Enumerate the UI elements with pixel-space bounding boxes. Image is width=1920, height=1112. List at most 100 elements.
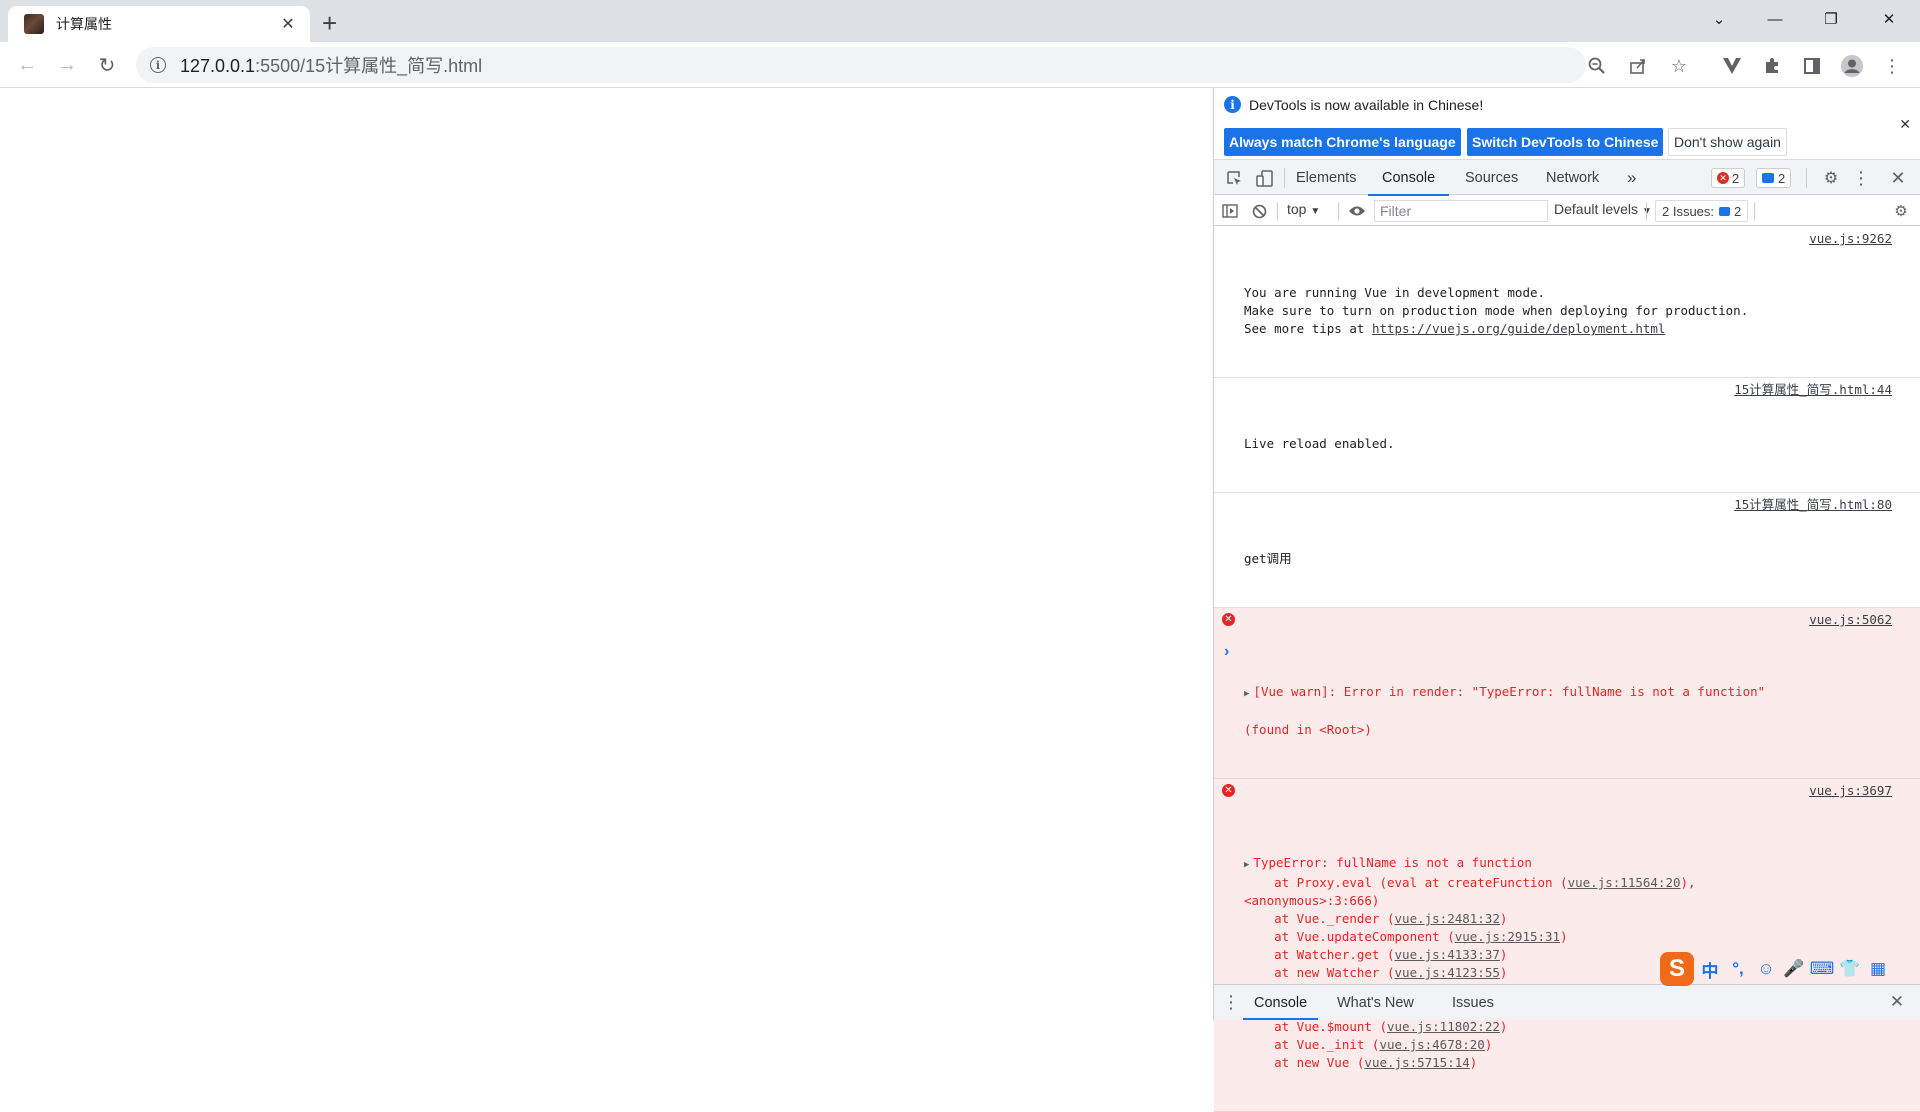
error-extra: (found in <Root>)	[1244, 722, 1372, 737]
stack-frame-link[interactable]: vue.js:4123:55	[1395, 965, 1500, 980]
tab-search-icon[interactable]: ⌄	[1696, 0, 1742, 38]
ime-emoji-icon[interactable]: ☺	[1754, 957, 1778, 981]
console-message: 15计算属性_简写.html:44 Live reload enabled.	[1214, 378, 1920, 493]
stack-frame: at new Vue (vue.js:5715:14)	[1244, 1054, 1771, 1072]
url-text: 127.0.0.1:5500/15计算属性_简写.html	[180, 52, 482, 78]
tab-network[interactable]: Network	[1546, 160, 1599, 195]
site-info-icon[interactable]: i	[150, 57, 166, 73]
extensions-puzzle-icon[interactable]	[1760, 54, 1784, 78]
console-prompt-icon[interactable]: ›	[1224, 643, 1229, 661]
ime-voice-icon[interactable]: 🎤	[1782, 957, 1806, 981]
drawer-tab-console[interactable]: Console	[1242, 985, 1319, 1020]
info-icon: i	[1224, 96, 1241, 113]
bookmark-star-icon[interactable]: ☆	[1668, 55, 1690, 77]
more-tabs-icon[interactable]: »	[1627, 160, 1636, 195]
device-toolbar-icon[interactable]	[1254, 167, 1276, 189]
context-selector[interactable]: top ▼	[1287, 201, 1320, 217]
close-devtools-icon[interactable]: ✕	[1887, 167, 1909, 189]
log-levels-dropdown[interactable]: Default levels ▼	[1554, 201, 1652, 217]
close-window-button[interactable]: ✕	[1866, 0, 1912, 38]
sogou-logo-icon[interactable]: S	[1660, 952, 1694, 986]
expand-triangle-icon[interactable]: ▶	[1244, 689, 1249, 699]
chrome-menu-icon[interactable]: ⋮	[1880, 54, 1904, 78]
filter-input[interactable]: Filter	[1374, 200, 1548, 222]
stack-frame-text: at Vue.updateComponent (	[1244, 929, 1455, 944]
stack-frame-link[interactable]: vue.js:11802:22	[1387, 1019, 1500, 1034]
address-bar[interactable]: i 127.0.0.1:5500/15计算属性_简写.html ☆	[136, 47, 1687, 83]
stack-frame-link[interactable]: vue.js:2481:32	[1395, 911, 1500, 926]
message-text: Live reload enabled.	[1244, 436, 1395, 451]
ime-toolbox-icon[interactable]: ▦	[1866, 957, 1890, 981]
issues-label: 2 Issues:	[1662, 203, 1715, 219]
tab-elements[interactable]: Elements	[1296, 160, 1356, 195]
ime-skin-icon[interactable]: 👕	[1838, 957, 1862, 981]
drawer-menu-icon[interactable]: ⋮	[1220, 991, 1242, 1013]
message-count-badge[interactable]: 2	[1756, 168, 1792, 188]
ime-punctuation-icon[interactable]: °,	[1726, 957, 1750, 981]
ime-toolbar: S 中 °, ☺ 🎤 ⌨ 👕 ▦	[1660, 952, 1890, 986]
docs-link[interactable]: https://vuejs.org/guide/deployment.html	[1372, 321, 1666, 336]
reload-icon[interactable]: ↻	[93, 51, 121, 79]
switch-chinese-button[interactable]: Switch DevTools to Chinese	[1467, 128, 1664, 156]
error-count-badge[interactable]: ✕ 2	[1711, 168, 1746, 188]
drawer-tab-issues[interactable]: Issues	[1452, 985, 1494, 1020]
inspect-element-icon[interactable]	[1223, 167, 1245, 189]
tab-sources[interactable]: Sources	[1465, 160, 1518, 195]
source-link[interactable]: vue.js:5062	[1809, 611, 1892, 629]
error-icon: ✕	[1222, 613, 1235, 626]
show-sidebar-icon[interactable]	[1219, 200, 1241, 222]
infobar-text: DevTools is now available in Chinese!	[1249, 96, 1484, 113]
devtools-drawer: ⋮ Console What's New Issues ✕	[1214, 984, 1920, 1020]
stack-frame-suffix: ),	[1680, 875, 1696, 890]
console-error[interactable]: ✕ vue.js:5062 ▶ [Vue warn]: Error in rend…	[1214, 608, 1920, 779]
ime-keyboard-icon[interactable]: ⌨	[1810, 957, 1835, 981]
console-settings-icon[interactable]: ⚙	[1890, 200, 1912, 222]
stack-frame-link[interactable]: vue.js:2915:31	[1455, 929, 1560, 944]
stack-frame-link[interactable]: vue.js:11564:20	[1568, 875, 1681, 890]
zoom-icon[interactable]	[1586, 55, 1608, 77]
share-icon[interactable]	[1627, 55, 1649, 77]
clear-console-icon[interactable]	[1248, 200, 1270, 222]
console-toolbar: top ▼ Filter Default levels ▼ 2 Issues:2…	[1214, 196, 1920, 226]
profile-avatar-icon[interactable]	[1840, 54, 1864, 78]
expand-triangle-icon[interactable]: ▶	[1244, 860, 1249, 870]
console-error[interactable]: ✕ vue.js:3697 ▶ TypeError: fullName is no…	[1214, 779, 1920, 1112]
side-panel-icon[interactable]	[1800, 54, 1824, 78]
stack-frame-link[interactable]: vue.js:5715:14	[1364, 1055, 1469, 1070]
tab-console[interactable]: Console	[1367, 160, 1450, 196]
stack-frame-link[interactable]: vue.js:4678:20	[1379, 1037, 1484, 1052]
issues-button[interactable]: 2 Issues: 2	[1655, 200, 1749, 222]
source-link[interactable]: vue.js:3697	[1809, 782, 1892, 800]
source-link[interactable]: 15计算属性_简写.html:44	[1734, 381, 1892, 399]
stack-frame: at Vue.updateComponent (vue.js:2915:31)	[1244, 928, 1771, 946]
source-link[interactable]: 15计算属性_简写.html:80	[1734, 496, 1892, 514]
maximize-button[interactable]: ❐	[1808, 0, 1854, 38]
tab-close-icon[interactable]: ✕	[278, 14, 298, 34]
extension-v-icon[interactable]	[1720, 54, 1744, 78]
message-text: get调用	[1244, 551, 1292, 566]
infobar-close-icon[interactable]: ✕	[1899, 116, 1911, 133]
match-language-button[interactable]: Always match Chrome's language	[1224, 128, 1461, 156]
settings-gear-icon[interactable]: ⚙	[1820, 167, 1842, 189]
error-text: TypeError: fullName is not a function	[1253, 855, 1532, 870]
minimize-button[interactable]: —	[1752, 0, 1798, 38]
devtools-menu-icon[interactable]: ⋮	[1850, 167, 1872, 189]
divider	[1338, 202, 1339, 220]
stack-frame-text: at Vue._init (	[1244, 1037, 1380, 1052]
divider	[1806, 168, 1807, 188]
ime-chinese-mode-icon[interactable]: 中	[1698, 957, 1722, 981]
context-label: top	[1287, 201, 1307, 217]
close-drawer-icon[interactable]: ✕	[1886, 991, 1908, 1013]
dont-show-again-button[interactable]: Don't show again	[1668, 128, 1787, 156]
stack-frame-link[interactable]: vue.js:4133:37	[1395, 947, 1500, 962]
message-line: Make sure to turn on production mode whe…	[1244, 303, 1749, 318]
source-link[interactable]: vue.js:9262	[1809, 230, 1892, 248]
language-infobar: i DevTools is now available in Chinese! …	[1214, 88, 1920, 160]
live-expression-eye-icon[interactable]	[1346, 200, 1368, 222]
new-tab-button[interactable]: +	[322, 8, 337, 39]
drawer-tab-whats-new[interactable]: What's New	[1337, 985, 1414, 1020]
back-icon[interactable]: ←	[13, 51, 41, 79]
browser-toolbar: ← → ↻ i 127.0.0.1:5500/15计算属性_简写.html ☆ …	[0, 42, 1920, 88]
browser-tab[interactable]: 计算属性 ✕	[8, 6, 310, 42]
forward-icon[interactable]: →	[53, 51, 81, 79]
